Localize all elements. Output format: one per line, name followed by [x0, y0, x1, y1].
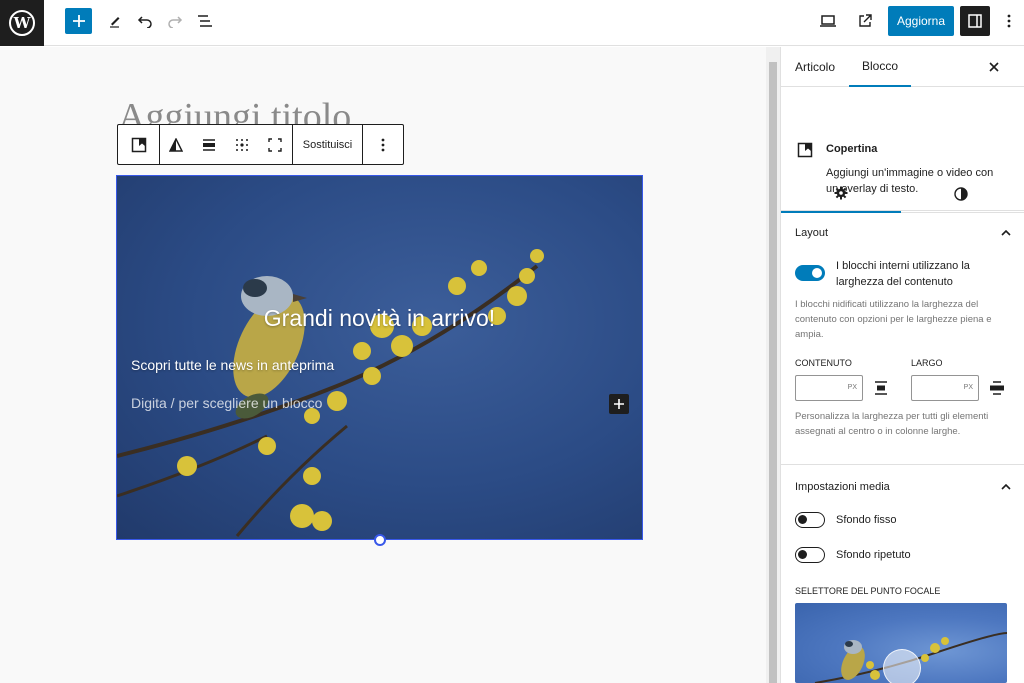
redo-icon — [168, 16, 183, 28]
view-post-button[interactable] — [853, 8, 877, 34]
justify-center-icon[interactable] — [873, 380, 889, 396]
wordpress-logo-button[interactable]: W — [0, 0, 44, 46]
block-options-button[interactable] — [363, 125, 403, 164]
inner-blocks-width-label: I blocchi interni utilizzano la larghezz… — [836, 260, 970, 288]
inserter-plus-button[interactable] — [609, 394, 629, 414]
canvas-scrollbar[interactable] — [766, 47, 780, 683]
document-overview-button[interactable] — [194, 8, 216, 34]
unit-label: PX — [847, 384, 857, 391]
wide-width-input[interactable]: PX — [911, 375, 979, 401]
more-vertical-icon — [1007, 14, 1011, 28]
inner-blocks-width-toggle[interactable] — [795, 265, 825, 281]
sidebar-icon — [968, 14, 982, 28]
repeat-background-toggle[interactable] — [795, 547, 825, 563]
undo-icon — [137, 16, 152, 28]
replace-group: Sostituisci — [293, 125, 363, 164]
block-align-button[interactable] — [193, 125, 226, 164]
plus-icon — [72, 15, 85, 27]
tab-settings[interactable] — [781, 175, 901, 213]
layout-help-text: I blocchi nidificati utilizzano la largh… — [795, 299, 992, 340]
close-sidebar-button[interactable] — [984, 57, 1004, 77]
options-button[interactable] — [999, 8, 1019, 34]
chevron-up-icon — [1001, 230, 1011, 236]
desktop-icon — [820, 15, 836, 27]
position-grid-icon — [235, 138, 248, 151]
cover-block[interactable]: Grandi novità in arrivo! Scopri tutte le… — [116, 175, 643, 540]
cover-block-icon — [131, 137, 146, 152]
block-card-title: Copertina — [826, 143, 878, 155]
tools-button[interactable] — [104, 8, 126, 34]
content-width-label: CONTENUTO — [795, 358, 852, 368]
preview-button[interactable] — [816, 8, 840, 34]
replace-button[interactable]: Sostituisci — [293, 125, 362, 164]
undo-button[interactable] — [134, 8, 156, 34]
align-center-icon — [203, 138, 216, 151]
more-vertical-icon — [381, 138, 385, 151]
tab-styles[interactable] — [901, 175, 1021, 213]
fullscreen-icon — [268, 137, 282, 152]
settings-sidebar: Articolo Blocco Copertina Aggiungi un'im… — [780, 47, 1024, 683]
fixed-background-label: Sfondo fisso — [836, 514, 897, 526]
close-icon — [989, 62, 999, 72]
cover-heading[interactable]: Grandi novità in arrivo! — [117, 305, 642, 332]
block-controls-group — [160, 125, 293, 164]
half-circle-icon — [954, 187, 968, 201]
content-width-input[interactable]: PX — [795, 375, 863, 401]
unit-label: PX — [963, 384, 973, 391]
focal-point-picker[interactable] — [795, 603, 1007, 683]
gear-icon — [834, 186, 848, 200]
contrast-triangle-icon — [169, 137, 184, 152]
layout-panel-toggle[interactable]: Layout — [781, 215, 1024, 251]
focal-point-handle[interactable] — [883, 649, 921, 683]
update-button[interactable]: Aggiorna — [888, 6, 954, 36]
add-block-button[interactable] — [65, 8, 92, 34]
redo-button[interactable] — [164, 8, 186, 34]
chevron-up-icon — [1001, 484, 1011, 490]
editor-header: W Aggiorna — [0, 0, 1024, 46]
justify-stretch-icon[interactable] — [989, 380, 1005, 396]
block-inspector-tabs — [781, 175, 1024, 213]
pencil-icon — [110, 17, 120, 28]
wide-width-label: LARGO — [911, 358, 943, 368]
media-panel-title: Impostazioni media — [795, 481, 890, 493]
block-placeholder[interactable]: Digita / per scegliere un blocco — [131, 395, 322, 411]
cover-block-icon — [797, 142, 813, 158]
media-panel-toggle[interactable]: Impostazioni media — [781, 469, 1024, 505]
block-type-button[interactable] — [118, 125, 159, 164]
sidebar-tabs: Articolo Blocco — [781, 47, 1024, 87]
tab-blocco[interactable]: Blocco — [849, 47, 912, 87]
focal-point-label: SELETTORE DEL PUNTO FOCALE — [795, 586, 941, 596]
layout-panel-title: Layout — [795, 227, 829, 239]
fixed-background-toggle[interactable] — [795, 512, 825, 528]
external-link-icon — [859, 14, 872, 27]
settings-toggle-button[interactable] — [960, 6, 990, 36]
plus-icon — [614, 399, 624, 409]
panel-divider — [781, 464, 1024, 465]
width-help-text: Personalizza la larghezza per tutti gli … — [795, 411, 989, 437]
cover-paragraph[interactable]: Scopri tutte le news in anteprima — [131, 357, 334, 373]
repeat-background-label: Sfondo ripetuto — [836, 549, 911, 561]
scrollbar-thumb[interactable] — [769, 62, 777, 683]
wordpress-logo-icon: W — [9, 10, 35, 36]
block-switcher-group — [118, 125, 160, 164]
list-view-icon — [198, 15, 212, 27]
block-toolbar: Sostituisci — [117, 124, 404, 165]
more-options-group — [363, 125, 403, 164]
content-position-button[interactable] — [226, 125, 259, 164]
change-align-button[interactable] — [160, 125, 193, 164]
tab-articolo[interactable]: Articolo — [795, 47, 835, 87]
full-height-button[interactable] — [258, 125, 292, 164]
cover-resize-handle[interactable] — [374, 534, 386, 546]
